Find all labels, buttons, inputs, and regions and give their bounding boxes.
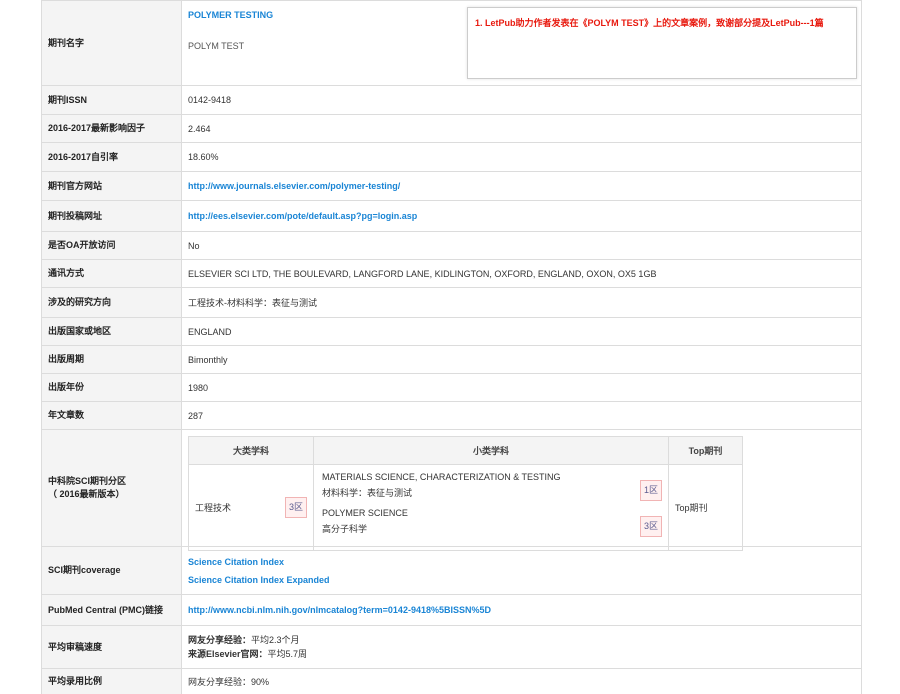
journal-info-panel: 期刊名字 POLYMER TESTING POLYM TEST 1. LetPu… xyxy=(41,0,862,694)
top-journal-cell: Top期刊 xyxy=(668,464,743,551)
review-source-label: 来源Elsevier官网： xyxy=(188,649,268,659)
row-period: 出版周期 Bimonthly xyxy=(41,345,862,374)
label-cas-line2: （ 2016最新版本） xyxy=(48,489,125,499)
row-country: 出版国家或地区 ENGLAND xyxy=(41,317,862,346)
value-period: Bimonthly xyxy=(181,345,862,374)
label-period: 出版周期 xyxy=(41,345,182,374)
row-submission: 期刊投稿网址 http://ees.elsevier.com/pote/defa… xyxy=(41,200,862,232)
journal-name-cell: POLYMER TESTING POLYM TEST 1. LetPub助力作者… xyxy=(181,0,862,86)
row-year: 出版年份 1980 xyxy=(41,373,862,402)
minor-category-cn: 材料科学：表征与测试 xyxy=(322,487,413,498)
coverage-link-sci[interactable]: Science Citation Index xyxy=(188,557,284,567)
cas-partition-cell: 大类学科 小类学科 Top期刊 工程技术 3区 MATERIALS SCIENC… xyxy=(181,429,862,551)
minor-category-en: POLYMER SCIENCE xyxy=(322,507,408,518)
review-source-value: 平均5.7周 xyxy=(267,649,308,659)
cas-partition-table: 大类学科 小类学科 Top期刊 工程技术 3区 MATERIALS SCIENC… xyxy=(188,436,743,551)
major-category-name: 工程技术 xyxy=(195,503,232,513)
header-top-journal: Top期刊 xyxy=(668,436,743,465)
label-articles: 年文章数 xyxy=(41,401,182,430)
minor-category-cn: 高分子科学 xyxy=(322,523,368,534)
coverage-link-scie[interactable]: Science Citation Index Expanded xyxy=(188,575,330,585)
label-issn: 期刊ISSN xyxy=(41,85,182,115)
value-year: 1980 xyxy=(181,373,862,402)
row-website: 期刊官方网站 http://www.journals.elsevier.com/… xyxy=(41,171,862,201)
row-issn: 期刊ISSN 0142-9418 xyxy=(41,85,862,115)
value-open-access: No xyxy=(181,231,862,260)
major-category-cell: 工程技术 3区 xyxy=(188,464,314,551)
letpub-notice-box: 1. LetPub助力作者发表在《POLYM TEST》上的文章案例，致谢部分提… xyxy=(467,7,857,79)
row-open-access: 是否OA开放访问 No xyxy=(41,231,862,260)
value-self-citation: 18.60% xyxy=(181,142,862,172)
label-review-speed: 平均审稿速度 xyxy=(41,625,182,669)
value-country: ENGLAND xyxy=(181,317,862,346)
website-link[interactable]: http://www.journals.elsevier.com/polymer… xyxy=(188,181,400,191)
header-minor-category: 小类学科 xyxy=(313,436,669,465)
value-acceptance: 网友分享经验：90% xyxy=(181,668,862,694)
label-pmc: PubMed Central (PMC)链接 xyxy=(41,594,182,626)
submission-link[interactable]: http://ees.elsevier.com/pote/default.asp… xyxy=(188,211,417,221)
value-impact-factor: 2.464 xyxy=(181,114,862,143)
row-impact-factor: 2016-2017最新影响因子 2.464 xyxy=(41,114,862,143)
label-cas-line1: 中科院SCI期刊分区 xyxy=(48,476,127,486)
label-website: 期刊官方网站 xyxy=(41,171,182,201)
row-address: 通讯方式 ELSEVIER SCI LTD, THE BOULEVARD, LA… xyxy=(41,259,862,288)
pmc-link[interactable]: http://www.ncbi.nlm.nih.gov/nlmcatalog?t… xyxy=(188,605,491,615)
row-coverage: SCI期刊coverage Science Citation Index Sci… xyxy=(41,546,862,595)
label-address: 通讯方式 xyxy=(41,259,182,288)
minor-category-item: POLYMER SCIENCE 高分子科学 3区 xyxy=(322,507,662,544)
row-journal-name: 期刊名字 POLYMER TESTING POLYM TEST 1. LetPu… xyxy=(41,0,862,86)
minor-category-item: MATERIALS SCIENCE, CHARACTERIZATION & TE… xyxy=(322,471,662,508)
minor-category-cell: MATERIALS SCIENCE, CHARACTERIZATION & TE… xyxy=(313,464,669,551)
journal-full-name-link[interactable]: POLYMER TESTING xyxy=(188,10,273,20)
label-cas-partition: 中科院SCI期刊分区 （ 2016最新版本） xyxy=(41,429,182,547)
review-source-value: 平均2.3个月 xyxy=(251,635,300,645)
label-acceptance: 平均录用比例 xyxy=(41,668,182,694)
label-year: 出版年份 xyxy=(41,373,182,402)
value-research-field: 工程技术-材料科学：表征与测试 xyxy=(181,287,862,318)
label-submission: 期刊投稿网址 xyxy=(41,200,182,232)
row-self-citation: 2016-2017自引率 18.60% xyxy=(41,142,862,172)
value-issn: 0142-9418 xyxy=(181,85,862,115)
review-source-label: 网友分享经验： xyxy=(188,635,252,645)
label-coverage: SCI期刊coverage xyxy=(41,546,182,595)
letpub-notice-link[interactable]: 1. LetPub助力作者发表在《POLYM TEST》上的文章案例，致谢部分提… xyxy=(475,18,824,28)
minor-zone-badge: 1区 xyxy=(640,479,662,501)
minor-category-en: MATERIALS SCIENCE, CHARACTERIZATION & TE… xyxy=(322,471,561,482)
value-articles: 287 xyxy=(181,401,862,430)
header-major-category: 大类学科 xyxy=(188,436,314,465)
row-articles: 年文章数 287 xyxy=(41,401,862,430)
row-cas-partition: 中科院SCI期刊分区 （ 2016最新版本） 大类学科 小类学科 Top期刊 工… xyxy=(41,429,862,551)
row-review-speed: 平均审稿速度 网友分享经验：平均2.3个月 来源Elsevier官网：平均5.7… xyxy=(41,625,862,669)
minor-zone-badge: 3区 xyxy=(640,515,662,537)
journal-abbr: POLYM TEST xyxy=(188,41,245,51)
label-country: 出版国家或地区 xyxy=(41,317,182,346)
row-research-field: 涉及的研究方向 工程技术-材料科学：表征与测试 xyxy=(41,287,862,318)
journal-info-table: 期刊名字 POLYMER TESTING POLYM TEST 1. LetPu… xyxy=(41,0,862,694)
label-journal-name: 期刊名字 xyxy=(41,0,182,86)
review-speed-cell: 网友分享经验：平均2.3个月 来源Elsevier官网：平均5.7周 xyxy=(181,625,862,669)
major-zone-badge: 3区 xyxy=(285,497,307,518)
label-research-field: 涉及的研究方向 xyxy=(41,287,182,318)
row-pmc: PubMed Central (PMC)链接 http://www.ncbi.n… xyxy=(41,594,862,626)
label-impact-factor: 2016-2017最新影响因子 xyxy=(41,114,182,143)
row-acceptance: 平均录用比例 网友分享经验：90% xyxy=(41,668,862,694)
label-self-citation: 2016-2017自引率 xyxy=(41,142,182,172)
value-address: ELSEVIER SCI LTD, THE BOULEVARD, LANGFOR… xyxy=(181,259,862,288)
coverage-cell: Science Citation Index Science Citation … xyxy=(181,546,862,595)
label-open-access: 是否OA开放访问 xyxy=(41,231,182,260)
